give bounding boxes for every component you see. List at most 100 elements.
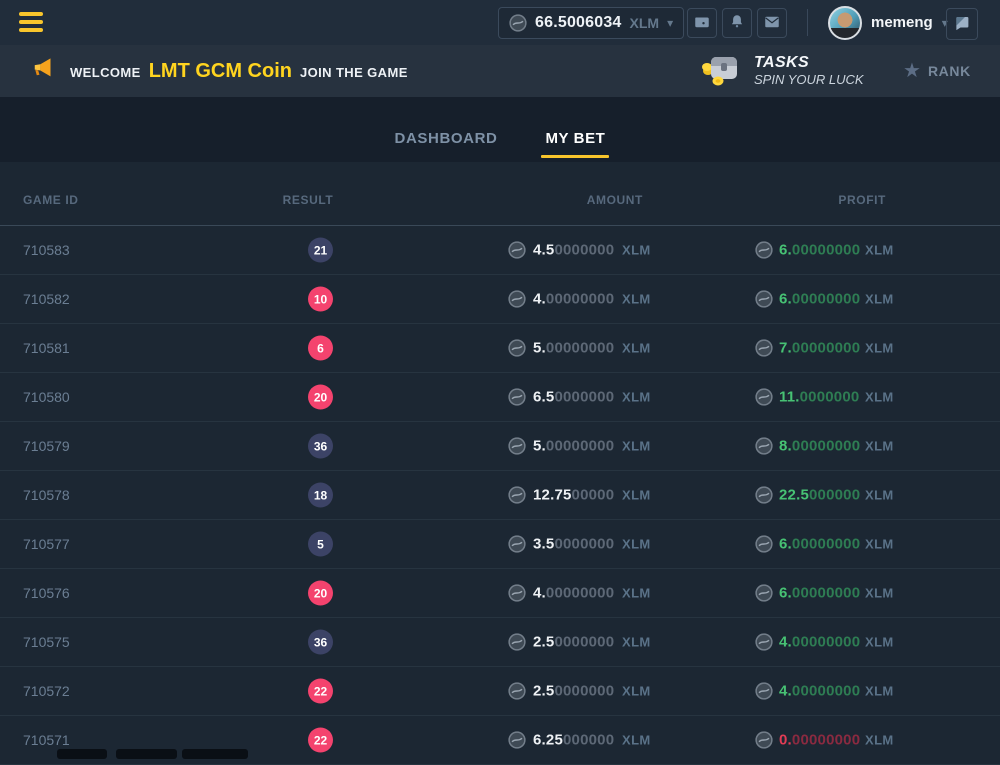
amount-value: 5.00000000: [533, 340, 614, 357]
mail-button[interactable]: [757, 8, 787, 38]
profit-currency: XLM: [865, 684, 894, 699]
amount-value: 2.50000000: [533, 634, 614, 651]
amount-value: 4.50000000: [533, 242, 614, 259]
game-id: 710575: [23, 634, 70, 650]
balance-amount: 66.5006034: [535, 14, 622, 32]
stellar-coin-icon: [509, 14, 527, 32]
stellar-coin-icon: [755, 339, 773, 357]
profit-currency: XLM: [865, 390, 894, 405]
table-row: 710582 10 4.00000000 XLM 6.00000000 XLM: [0, 275, 1000, 324]
column-header-amount: AMOUNT: [587, 193, 643, 207]
amount-value: 3.50000000: [533, 536, 614, 553]
amount-currency: XLM: [622, 537, 651, 552]
amount-value: 2.50000000: [533, 683, 614, 700]
chat-button[interactable]: [946, 8, 978, 40]
mail-icon: [763, 13, 781, 34]
tasks-button[interactable]: TASKS SPIN YOUR LUCK: [698, 45, 864, 97]
amount-currency: XLM: [622, 635, 651, 650]
profit-currency: XLM: [865, 488, 894, 503]
amount-value: 12.7500000: [533, 487, 614, 504]
welcome-coin-name: LMT GCM Coin: [149, 60, 292, 83]
stellar-coin-icon: [508, 486, 526, 504]
amount-value: 6.25000000: [533, 732, 614, 749]
welcome-prefix: WELCOME: [70, 65, 141, 80]
table-row: 710575 36 2.50000000 XLM 4.00000000 XLM: [0, 618, 1000, 667]
table-row: 710583 21 4.50000000 XLM 6.00000000 XLM: [0, 226, 1000, 275]
stellar-coin-icon: [755, 437, 773, 455]
game-id: 710580: [23, 389, 70, 405]
megaphone-icon: [28, 55, 55, 87]
chevron-down-icon: ▾: [667, 17, 673, 29]
welcome-message: WELCOME LMT GCM Coin JOIN THE GAME: [28, 45, 408, 97]
column-header-game-id: GAME ID: [23, 193, 79, 207]
amount-currency: XLM: [622, 488, 651, 503]
user-menu[interactable]: memeng ▾: [828, 0, 948, 45]
stellar-coin-icon: [755, 682, 773, 700]
topbar-divider: [807, 9, 808, 36]
stellar-coin-icon: [508, 241, 526, 259]
profit-value: 22.5000000: [779, 487, 860, 504]
result-badge: 10: [308, 287, 333, 312]
result-badge: 21: [308, 238, 333, 263]
amount-currency: XLM: [622, 390, 651, 405]
result-badge: 5: [308, 532, 333, 557]
rank-label: RANK: [928, 63, 971, 79]
game-id: 710581: [23, 340, 70, 356]
game-id: 710579: [23, 438, 70, 454]
table-row: 710581 6 5.00000000 XLM 7.00000000 XLM: [0, 324, 1000, 373]
profit-value: 6.00000000: [779, 291, 860, 308]
table-body: 710583 21 4.50000000 XLM 6.00000000 XLM …: [0, 226, 1000, 765]
welcome-suffix: JOIN THE GAME: [300, 65, 408, 80]
stellar-coin-icon: [755, 584, 773, 602]
column-header-result: RESULT: [283, 193, 334, 207]
result-badge: 22: [308, 679, 333, 704]
result-badge: 18: [308, 483, 333, 508]
result-badge: 22: [308, 728, 333, 753]
profit-value: 6.00000000: [779, 242, 860, 259]
stellar-coin-icon: [755, 535, 773, 553]
profit-value: 0.00000000: [779, 732, 860, 749]
table-row: 710579 36 5.00000000 XLM 8.00000000 XLM: [0, 422, 1000, 471]
stellar-coin-icon: [755, 633, 773, 651]
rank-button[interactable]: ★ RANK: [903, 45, 971, 97]
wallet-button[interactable]: [687, 8, 717, 38]
username: memeng: [871, 14, 933, 31]
game-id: 710577: [23, 536, 70, 552]
stellar-coin-icon: [755, 486, 773, 504]
amount-value: 4.00000000: [533, 291, 614, 308]
stellar-coin-icon: [508, 682, 526, 700]
stellar-coin-icon: [508, 633, 526, 651]
stellar-coin-icon: [508, 584, 526, 602]
chat-icon: [953, 14, 971, 35]
table-header: GAME ID RESULT AMOUNT PROFIT: [0, 162, 1000, 226]
footer-peek: [0, 750, 1000, 755]
game-id: 710578: [23, 487, 70, 503]
wallet-icon: [693, 13, 711, 34]
profit-value: 7.00000000: [779, 340, 860, 357]
amount-currency: XLM: [622, 733, 651, 748]
stellar-coin-icon: [508, 437, 526, 455]
stellar-coin-icon: [508, 339, 526, 357]
stellar-coin-icon: [508, 535, 526, 553]
result-badge: 20: [308, 581, 333, 606]
result-badge: 20: [308, 385, 333, 410]
tasks-title: TASKS: [754, 54, 864, 72]
profit-value: 8.00000000: [779, 438, 860, 455]
menu-icon[interactable]: [19, 12, 43, 32]
game-id: 710583: [23, 242, 70, 258]
tab-dashboard[interactable]: DASHBOARD: [393, 97, 500, 162]
notifications-button[interactable]: [722, 8, 752, 38]
amount-currency: XLM: [622, 684, 651, 699]
profit-currency: XLM: [865, 537, 894, 552]
stellar-coin-icon: [755, 388, 773, 406]
amount-currency: XLM: [622, 243, 651, 258]
balance-currency: XLM: [630, 15, 660, 31]
balance-selector[interactable]: 66.5006034 XLM ▾: [498, 7, 684, 39]
tab-bar: DASHBOARD MY BET: [0, 97, 1000, 162]
game-id: 710576: [23, 585, 70, 601]
amount-currency: XLM: [622, 586, 651, 601]
tab-my-bet[interactable]: MY BET: [543, 97, 607, 162]
table-row: 710578 18 12.7500000 XLM 22.5000000 XLM: [0, 471, 1000, 520]
game-id: 710572: [23, 683, 70, 699]
bell-icon: [728, 13, 746, 34]
